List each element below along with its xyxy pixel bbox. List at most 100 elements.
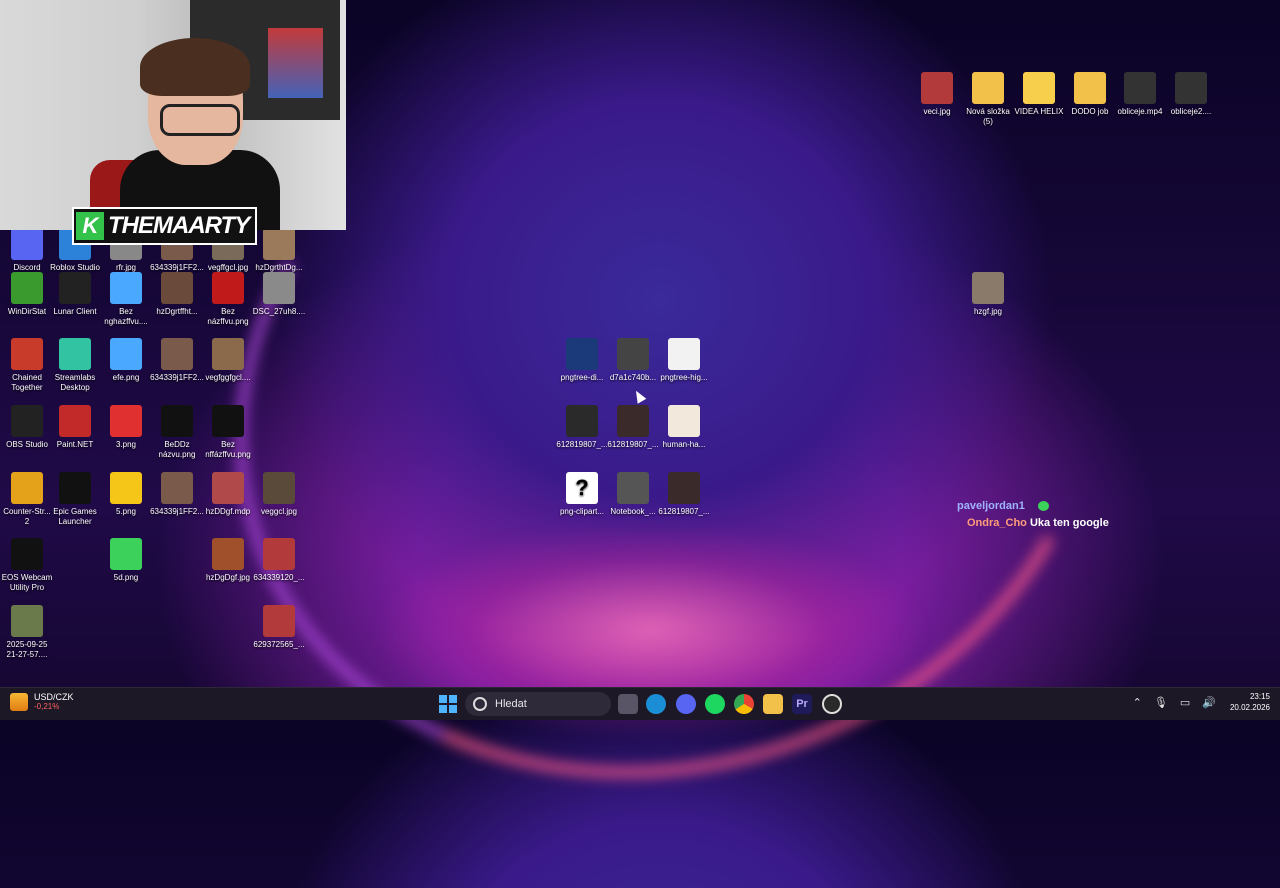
desktop-icon[interactable]: 634339j1FF2... [150,338,204,383]
pie-chart-icon [11,272,43,304]
desktop-icon[interactable]: BeDDz názvu.png [150,405,204,460]
desktop-icon[interactable]: 5d.png [99,538,153,583]
premiere-pro-icon[interactable]: Pr [792,694,812,714]
desktop-icon[interactable]: 612819807_... [657,472,711,517]
desktop-icon[interactable]: WinDirStat [0,272,54,317]
desktop-icon[interactable]: d7a1c740b... [606,338,660,383]
desktop-icon[interactable]: hzDDgf.mdp [201,472,255,517]
desktop-icon[interactable]: 634339j1FF2... [150,472,204,517]
taskbar: USD/CZK -0,21% Hledat Pr ⌃ 🎙 ▭ 🔊 23:15 2… [0,687,1280,720]
image-file-icon [668,472,700,504]
desktop-icon[interactable]: veggcl.jpg [252,472,306,517]
image-file-icon [161,338,193,370]
desktop-icon[interactable]: 2025-09-25 21-27-57.... [0,605,54,660]
desktop-icon[interactable]: pngtree-di... [555,338,609,383]
desktop-icon-label: DSC_27uh8.... [252,307,306,316]
chat-username: paveljordan1 [957,500,1025,512]
desktop-icon[interactable]: DODO job [1063,72,1117,117]
widget-value: -0,21% [34,702,60,711]
desktop-icon[interactable]: Nová složka (5) [961,72,1015,127]
image-file-icon [161,405,193,437]
desktop-icon[interactable]: EOS Webcam Utility Pro [0,538,54,593]
desktop-icon[interactable]: DSC_27uh8.... [252,272,306,317]
desktop-icon-label: human-ha... [662,440,706,449]
monitor-icon[interactable]: ▭ [1180,696,1190,709]
desktop-icon-label: Counter-Str... 2 [3,507,51,526]
desktop-icon-label: 634339j1FF2... [150,373,204,382]
question-mark-icon: ? [566,472,598,504]
desktop-icon-label: EOS Webcam Utility Pro [1,573,53,592]
chrome-icon[interactable] [734,694,754,714]
desktop-icon[interactable]: vegfggfgcl.... [201,338,255,383]
desktop-icon-label: 634339j1FF2... [150,507,204,516]
clock[interactable]: 23:15 20.02.2026 [1230,691,1270,713]
chat-text: Uka ten google [1029,517,1109,529]
epic-games-icon [59,472,91,504]
desktop-icon[interactable]: Paint.NET [48,405,102,450]
desktop-icon[interactable]: hzDgDgf.jpg [201,538,255,583]
desktop-icon[interactable]: obliceje.mp4 [1113,72,1167,117]
speaker-icon[interactable]: 🔊 [1202,696,1216,709]
obs-icon [11,405,43,437]
desktop-icon[interactable]: 612819807_... [555,405,609,450]
desktop-icon-label: veci.jpg [923,107,951,116]
desktop-icon-label: VIDEA HELIX [1014,107,1064,116]
microphone-icon[interactable]: 🎙 [1154,696,1168,709]
desktop-icon[interactable]: veci.jpg [910,72,964,117]
desktop-icon[interactable]: Counter-Str... 2 [0,472,54,527]
desktop-icon[interactable]: VIDEA HELIX [1012,72,1066,117]
desktop-icon[interactable]: Streamlabs Desktop [48,338,102,393]
video-file-icon [1124,72,1156,104]
image-file-icon [212,338,244,370]
image-file-icon [161,272,193,304]
desktop-icon[interactable]: Chained Together [0,338,54,393]
start-button[interactable] [438,694,458,714]
desktop-icon[interactable]: 629372565_... [252,605,306,650]
desktop-icon[interactable]: hzDgrthtDg... [252,228,306,273]
currency-widget[interactable]: USD/CZK -0,21% [10,692,74,712]
desktop-icon[interactable]: 5.png [99,472,153,517]
desktop-icon-label: veggcl.jpg [260,507,298,516]
desktop-icon-label: vegfggfgcl.... [205,373,251,382]
desktop-icon[interactable]: obliceje2.... [1164,72,1218,117]
desktop-icon[interactable]: Discord [0,228,54,273]
desktop-icon[interactable]: Notebook_... [606,472,660,517]
webcam-overlay [0,0,346,230]
desktop-icon-label: Bez nffázffvu.png [205,440,251,459]
desktop-icon-label: Bez názffvu.png [207,307,249,326]
laptop-icon [617,472,649,504]
system-tray: ⌃ 🎙 ▭ 🔊 23:15 20.02.2026 [1127,691,1270,713]
obs-app-icon[interactable] [822,694,842,714]
image-file-icon [212,272,244,304]
file-explorer-icon[interactable] [763,694,783,714]
desktop-icon[interactable]: OBS Studio [0,405,54,450]
desktop-icon[interactable]: 612819807_... [606,405,660,450]
search-placeholder: Hledat [495,698,527,710]
spotify-icon[interactable] [705,694,725,714]
desktop-icon-label: hzDgrtffht... [156,307,198,316]
desktop-icon[interactable]: 634339120_... [252,538,306,583]
task-view-icon[interactable] [618,694,638,714]
desktop-icon[interactable]: hzgf.jpg [961,272,1015,317]
desktop-icon-label: 5d.png [113,573,139,582]
desktop-icon[interactable]: hzDgrtffht... [150,272,204,317]
desktop-icon[interactable]: human-ha... [657,405,711,450]
verified-badge-icon [110,272,142,304]
desktop-icon[interactable]: pngtree-hig... [657,338,711,383]
discord-app-icon[interactable] [676,694,696,714]
desktop-icon[interactable]: Bez nffázffvu.png [201,405,255,460]
desktop-icon-label: Lunar Client [53,307,97,316]
desktop-icon[interactable]: Bez nghazffvu.... [99,272,153,327]
chevron-up-icon[interactable]: ⌃ [1133,696,1142,709]
desktop-icon[interactable]: ? png-clipart... [555,472,609,517]
image-file-icon [921,72,953,104]
desktop-icon[interactable]: Bez názffvu.png [201,272,255,327]
edge-browser-icon[interactable] [646,694,666,714]
desktop-icon[interactable]: Lunar Client [48,272,102,317]
desktop-icon[interactable]: efe.png [99,338,153,383]
image-file-icon [212,405,244,437]
desktop-icon-label: Bez nghazffvu.... [104,307,148,326]
desktop-icon[interactable]: 3.png [99,405,153,450]
taskbar-search[interactable]: Hledat [465,692,611,716]
desktop-icon[interactable]: Epic Games Launcher [48,472,102,527]
